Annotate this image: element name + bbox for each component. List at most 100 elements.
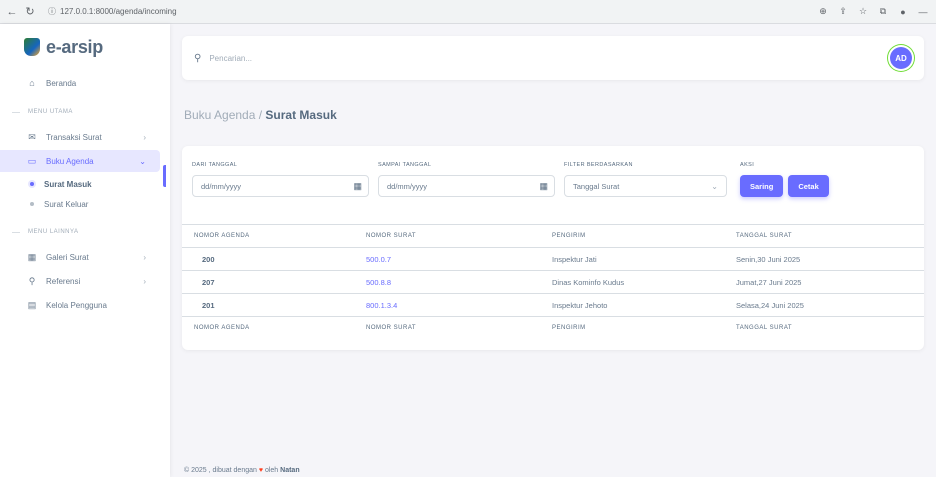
from-date-group: Dari Tanggal dd/mm/yyyy ▦ [192,162,369,197]
table-row[interactable]: 200 500.0.7 Inspektur Jati Senin,30 Juni… [182,247,924,271]
column-footer-surat: Nomor Surat [366,316,552,340]
column-header-pengirim: Pengirim [552,224,736,248]
back-icon[interactable]: ← [6,6,18,18]
minimize-icon[interactable]: — [916,7,930,17]
sidebar-item-users[interactable]: ▤ Kelola Pengguna [0,294,160,316]
sender: Dinas Kominfo Kudus [552,270,736,294]
agenda-number: 207 [182,270,366,294]
agenda-number: 200 [182,247,366,271]
filter-by-value: Tanggal Surat [573,181,620,191]
to-date-placeholder: dd/mm/yyyy [387,181,428,191]
page-title: Surat Masuk [265,108,337,122]
sidebar-item-label: Galeri Surat [46,252,89,262]
chevron-right-icon: › [143,276,146,286]
chevron-right-icon: › [143,132,146,142]
agenda-table: Nomor Agenda Nomor Surat Pengirim Tangga… [182,224,924,340]
info-icon: ⓘ [48,7,56,16]
sidebar-item-label: Referensi [46,276,81,286]
chevron-right-icon: › [143,252,146,262]
top-navbar: ⚲ AD [182,36,924,80]
to-date-group: Sampai Tanggal dd/mm/yyyy ▦ [378,162,555,197]
address-text: 127.0.0.1:8000/agenda/incoming [60,7,177,16]
calendar-icon[interactable]: ▦ [539,181,548,192]
column-header-surat: Nomor Surat [366,224,552,248]
sidebar-item-label: Transaksi Surat [46,132,102,142]
logo-icon [24,38,40,56]
letter-date: Selasa,24 Juni 2025 [736,293,924,317]
filter-by-label: Filter Berdasarkan [564,162,633,168]
sender: Inspektur Jehoto [552,293,736,317]
book-icon: ▭ [27,155,37,166]
zoom-icon[interactable]: ⊕ [816,6,830,17]
footer-suffix: oleh [264,467,279,474]
breadcrumb: Buku Agenda / Surat Masuk [184,108,337,122]
chevron-down-icon: ⌄ [711,181,718,191]
page-footer: © 2025 , dibuat dengan ♥ oleh Natan [184,467,300,474]
table-header-row: Nomor Agenda Nomor Surat Pengirim Tangga… [182,224,924,248]
table-row[interactable]: 201 800.1.3.4 Inspektur Jehoto Selasa,24… [182,293,924,317]
letter-number-link[interactable]: 800.1.3.4 [366,293,552,317]
column-header-tanggal: Tanggal Surat [736,224,924,248]
reload-icon[interactable]: ↻ [24,5,36,18]
bookmark-icon[interactable]: ☆ [856,6,870,17]
share-icon[interactable]: ⇪ [836,6,850,17]
search-input[interactable] [209,53,410,63]
from-date-label: Dari Tanggal [192,162,238,168]
sidebar-item-transactions[interactable]: ✉ Transaksi Surat › [0,126,160,148]
sidebar-subitem-label: Surat Keluar [44,199,89,209]
print-button[interactable]: Cetak [788,175,829,197]
filter-form: Dari Tanggal dd/mm/yyyy ▦ Sampai Tanggal… [182,146,924,210]
letter-date: Jumat,27 Juni 2025 [736,270,924,294]
brand[interactable]: e-arsip [0,24,170,70]
footer-brand-link[interactable]: Natan [280,467,299,474]
sidebar-subitem-incoming[interactable]: Surat Masuk [0,174,170,194]
letter-number-link[interactable]: 500.8.8 [366,270,552,294]
sidebar-item-agenda[interactable]: ▭ Buku Agenda ⌄ [0,150,160,172]
from-date-placeholder: dd/mm/yyyy [201,181,242,191]
filter-by-group: Filter Berdasarkan Tanggal Surat ⌄ [564,162,727,197]
letter-date: Senin,30 Juni 2025 [736,247,924,271]
filter-button[interactable]: Saring [740,175,784,197]
filter-by-select[interactable]: Tanggal Surat ⌄ [564,175,727,197]
agenda-card: Dari Tanggal dd/mm/yyyy ▦ Sampai Tanggal… [182,146,924,350]
menu-header-other: Menu Lainnya [0,220,170,244]
letter-number-link[interactable]: 500.0.7 [366,247,552,271]
sidebar-item-gallery[interactable]: ▦ Galeri Surat › [0,246,160,268]
sidebar-item-label: Beranda [46,78,77,88]
sender: Inspektur Jati [552,247,736,271]
sidebar-item-reference[interactable]: ⚲ Referensi › [0,270,160,292]
action-group: Aksi Saring Cetak [740,162,829,197]
column-header-agenda: Nomor Agenda [182,224,366,248]
sidebar-item-label: Kelola Pengguna [46,300,107,310]
agenda-number: 201 [182,293,366,317]
sidebar-subitem-outgoing[interactable]: Surat Keluar [0,194,170,214]
from-date-input[interactable]: dd/mm/yyyy ▦ [192,175,369,197]
sidebar-item-dashboard[interactable]: ⌂ Beranda [0,72,160,94]
column-footer-agenda: Nomor Agenda [182,316,366,340]
breadcrumb-parent[interactable]: Buku Agenda / [184,108,262,122]
chevron-down-icon: ⌄ [139,156,146,166]
browser-toolbar: ← ↻ ⓘ 127.0.0.1:8000/agenda/incoming ⊕ ⇪… [0,0,936,24]
address-bar[interactable]: ⓘ 127.0.0.1:8000/agenda/incoming [42,4,282,20]
extensions-icon[interactable]: ⧉ [876,6,890,17]
heart-icon: ♥ [258,467,263,474]
users-icon: ▤ [27,299,37,310]
sitemap-icon: ⚲ [28,275,36,286]
profile-icon[interactable]: ● [896,7,910,17]
sidebar-subitem-label: Surat Masuk [44,179,92,189]
to-date-input[interactable]: dd/mm/yyyy ▦ [378,175,555,197]
brand-name: e-arsip [46,36,103,57]
home-icon: ⌂ [29,78,35,88]
bullet-icon [30,182,34,186]
mail-icon: ✉ [28,131,36,142]
footer-prefix: © 2025 , dibuat dengan [184,467,257,474]
table-row[interactable]: 207 500.8.8 Dinas Kominfo Kudus Jumat,27… [182,270,924,294]
avatar[interactable]: AD [890,47,912,69]
menu-header-main: Menu Utama [0,100,170,124]
sidebar-item-label: Buku Agenda [46,156,94,166]
image-icon: ▦ [27,251,37,262]
to-date-label: Sampai Tanggal [378,162,432,168]
table-footer-row: Nomor Agenda Nomor Surat Pengirim Tangga… [182,316,924,340]
sidebar: e-arsip ⌂ Beranda Menu Utama ✉ Transaksi… [0,24,170,477]
calendar-icon[interactable]: ▦ [353,181,362,192]
